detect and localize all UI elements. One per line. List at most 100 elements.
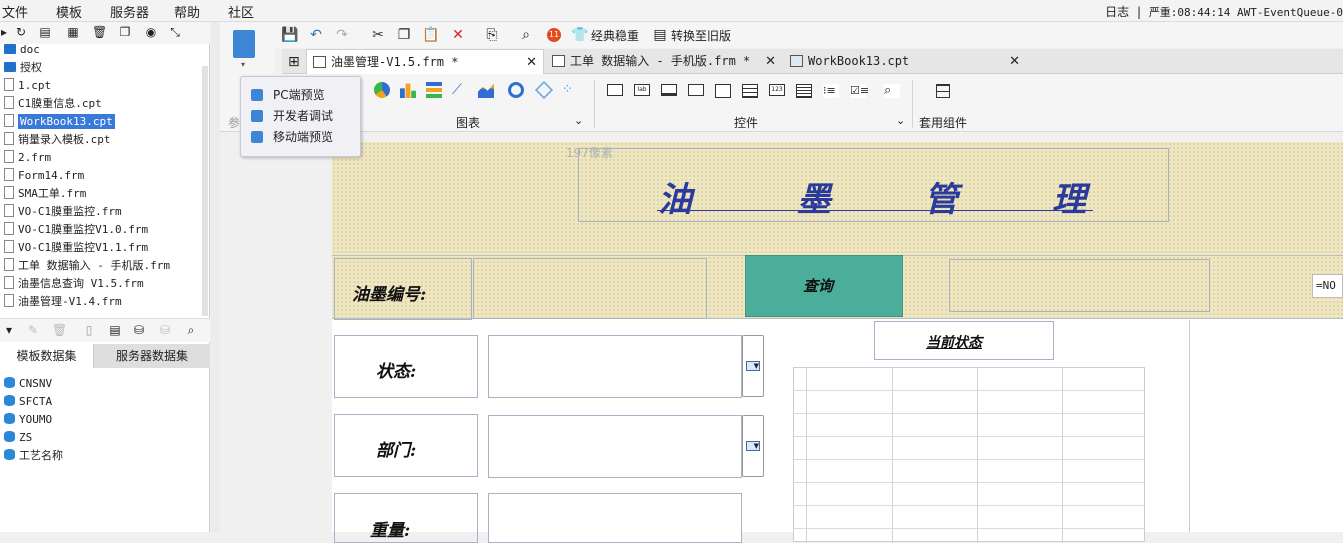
- copy-icon[interactable]: ❐: [118, 25, 132, 39]
- dataset-item[interactable]: YOUMO: [4, 411, 52, 429]
- delete-icon[interactable]: 🗑: [92, 25, 107, 39]
- locate-icon[interactable]: ◉: [144, 25, 158, 39]
- close-icon[interactable]: ✕: [526, 50, 537, 75]
- radio-group-icon[interactable]: ⁝≡: [823, 84, 839, 98]
- dataset-edit-icon[interactable]: ▤: [108, 323, 122, 337]
- notification-badge[interactable]: 11: [547, 28, 561, 42]
- convert-icon[interactable]: ▤: [651, 26, 669, 44]
- date-widget-icon[interactable]: [715, 84, 731, 98]
- delete-icon[interactable]: 🗑: [52, 323, 67, 337]
- text-widget-icon[interactable]: [661, 84, 677, 96]
- menu-template[interactable]: 模板: [56, 2, 82, 21]
- tab-work-order-mobile[interactable]: 工单 数据输入 - 手机版.frm * ✕: [546, 49, 782, 74]
- formula-cell[interactable]: =NO: [1312, 274, 1343, 298]
- bar-chart-icon[interactable]: [400, 83, 416, 98]
- checkbox-group-icon[interactable]: ☑≡: [850, 84, 869, 98]
- template-component-icon[interactable]: [936, 84, 950, 98]
- revert-version-button[interactable]: 转换至旧版: [671, 27, 731, 44]
- refresh-icon[interactable]: ↻: [14, 25, 28, 39]
- tab-workbook13[interactable]: WorkBook13.cpt ✕: [784, 49, 1026, 74]
- shrink-icon[interactable]: ⤡: [168, 25, 182, 39]
- dept-input[interactable]: [488, 415, 742, 478]
- dataset-item[interactable]: SFCTA: [4, 393, 52, 411]
- tree-item[interactable]: SMA工单.frm: [4, 185, 86, 203]
- add-dataset-icon[interactable]: ▾: [2, 323, 16, 337]
- tree-item[interactable]: doc: [4, 41, 40, 59]
- tree-item[interactable]: C1膜重信息.cpt: [4, 95, 102, 113]
- tree-item[interactable]: VO-C1膜重监控V1.1.frm: [4, 239, 148, 257]
- area-chart-icon[interactable]: [478, 83, 494, 98]
- tree-item[interactable]: 油墨管理-V1.4.frm: [4, 293, 122, 311]
- shirt-icon[interactable]: 👕: [571, 26, 589, 44]
- status-grid[interactable]: [793, 367, 1145, 543]
- combo-widget-icon[interactable]: [688, 84, 704, 96]
- preview-dropdown-icon[interactable]: ▾: [241, 60, 245, 69]
- tree-item[interactable]: VO-C1膜重监控.frm: [4, 203, 122, 221]
- collapse-icon[interactable]: ▸: [0, 25, 11, 39]
- search-widget-icon[interactable]: ⌕: [884, 84, 900, 98]
- save-icon[interactable]: 💾: [281, 26, 299, 44]
- menu-item-dev-debug[interactable]: 开发者调试: [251, 107, 333, 125]
- tree-item[interactable]: VO-C1膜重监控V1.0.frm: [4, 221, 148, 239]
- status-dropdown[interactable]: ▼: [742, 335, 764, 397]
- button-widget-icon[interactable]: lab: [634, 84, 650, 96]
- tab-server-dataset[interactable]: 服务器数据集: [94, 344, 210, 368]
- tab-ink-management[interactable]: 油墨管理-V1.5.frm * ✕: [306, 49, 544, 74]
- database-icon[interactable]: ⛁: [132, 323, 146, 337]
- menu-help[interactable]: 帮助: [174, 2, 200, 21]
- dataset-item[interactable]: CNSNV: [4, 375, 52, 393]
- menu-item-mobile-preview[interactable]: 移动端预览: [251, 128, 333, 146]
- redo-icon[interactable]: ↷: [333, 26, 351, 44]
- dept-dropdown[interactable]: ▼: [742, 415, 764, 477]
- label-widget-icon[interactable]: [607, 84, 623, 96]
- tree-item[interactable]: 2.frm: [4, 149, 51, 167]
- layout-grid-icon[interactable]: ⊞: [288, 54, 300, 70]
- undo-icon[interactable]: ↶: [307, 26, 325, 44]
- classic-theme-button[interactable]: 经典稳重: [591, 27, 639, 44]
- menu-file[interactable]: 文件: [2, 2, 28, 21]
- edit-icon[interactable]: ✎: [26, 323, 40, 337]
- scatter-chart-icon[interactable]: ⁘: [562, 82, 578, 98]
- tree-scrollbar[interactable]: [202, 66, 208, 316]
- tree-item-selected[interactable]: WorkBook13.cpt: [4, 113, 115, 131]
- menu-server[interactable]: 服务器: [110, 2, 149, 21]
- weight-input[interactable]: [488, 493, 742, 543]
- tree-item[interactable]: 授权: [4, 59, 42, 77]
- preview-icon[interactable]: ▯: [82, 323, 96, 337]
- calendar-widget-icon[interactable]: [742, 84, 758, 98]
- preview-icon[interactable]: [233, 30, 255, 58]
- menu-item-pc-preview[interactable]: PC端预览: [251, 86, 325, 104]
- radar-chart-icon[interactable]: [534, 80, 554, 100]
- result-box[interactable]: [949, 259, 1210, 312]
- paste-icon[interactable]: 📋: [422, 26, 440, 44]
- tree-item[interactable]: Form14.frm: [4, 167, 84, 185]
- design-canvas[interactable]: 197像素 油 墨 管 理 油墨编号: 查询 =NO 状态: ▼ 部门: ▼ 重…: [220, 132, 1343, 543]
- tree-item[interactable]: 销量录入模板.cpt: [4, 131, 111, 149]
- tab-template-dataset[interactable]: 模板数据集: [0, 344, 94, 368]
- gauge-chart-icon[interactable]: [508, 82, 524, 98]
- copy-icon[interactable]: ❐: [395, 26, 413, 44]
- close-icon[interactable]: ✕: [1009, 49, 1020, 74]
- query-button[interactable]: 查询: [745, 255, 903, 317]
- status-input[interactable]: [488, 335, 742, 398]
- template-icon[interactable]: ▦: [66, 25, 80, 39]
- tree-item[interactable]: 工单 数据输入 - 手机版.frm: [4, 257, 170, 275]
- dataset-item[interactable]: 工艺名称: [4, 447, 63, 465]
- horizontal-bar-icon[interactable]: [426, 82, 442, 98]
- preview-check-icon[interactable]: ⎘: [483, 26, 501, 44]
- search-icon[interactable]: ⌕: [184, 323, 198, 337]
- dataset-item[interactable]: ZS: [4, 429, 32, 447]
- menu-community[interactable]: 社区: [228, 2, 254, 21]
- server-db-icon[interactable]: ⛁: [158, 323, 172, 337]
- ink-no-input[interactable]: [473, 258, 707, 319]
- properties-icon[interactable]: ▤: [38, 25, 52, 39]
- textarea-widget-icon[interactable]: [796, 84, 812, 98]
- line-chart-icon[interactable]: ⟋: [452, 82, 468, 98]
- panel-splitter[interactable]: [211, 22, 220, 532]
- delete-icon[interactable]: ✕: [449, 26, 467, 44]
- tree-item[interactable]: 1.cpt: [4, 77, 51, 95]
- control-expand-icon[interactable]: ⌄: [896, 114, 905, 127]
- tree-item[interactable]: 油墨信息查询 V1.5.frm: [4, 275, 144, 293]
- number-widget-icon[interactable]: 123: [769, 84, 785, 96]
- close-icon[interactable]: ✕: [765, 49, 776, 74]
